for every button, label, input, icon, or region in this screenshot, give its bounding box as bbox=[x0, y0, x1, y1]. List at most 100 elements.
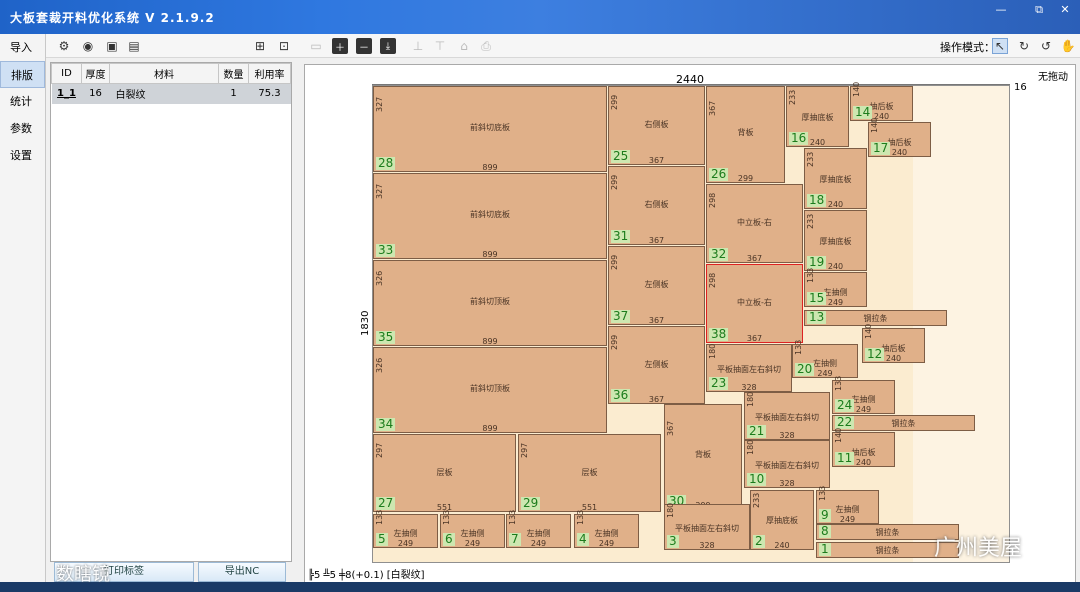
minimize-button[interactable]: — bbox=[988, 2, 1014, 18]
watermark-left: 数瞎镜 bbox=[56, 564, 110, 585]
database-icon[interactable]: ◉ bbox=[80, 38, 96, 54]
sidebar-item-parameters[interactable]: 参数 bbox=[0, 115, 45, 142]
open-file-icon[interactable]: ⊞ bbox=[252, 38, 268, 54]
board-piece-6[interactable]: 左抽侧 249 133 6 bbox=[440, 509, 505, 548]
cut-tool-icon[interactable]: ⊥ bbox=[410, 38, 426, 54]
piece-width: 899 bbox=[482, 163, 498, 172]
hand-icon[interactable]: ✋ bbox=[1060, 38, 1076, 54]
board-piece-38[interactable]: 中立板-右 367 298 38 bbox=[706, 264, 803, 343]
board-piece-32[interactable]: 中立板-右 367 298 32 bbox=[706, 184, 803, 263]
piece-height: 299 bbox=[610, 334, 619, 350]
piece-height: 299 bbox=[610, 254, 619, 271]
board-piece-33[interactable]: 前斜切底板 899 327 33 bbox=[373, 173, 607, 259]
minus-icon[interactable]: － bbox=[356, 38, 372, 54]
table-row[interactable]: 1_1 16 白裂纹 1 75.3 bbox=[51, 83, 291, 104]
col-header-thickness[interactable]: 厚度 bbox=[81, 63, 110, 84]
rotate-cw-icon[interactable]: ↻ bbox=[1016, 38, 1032, 54]
sidebar-item-settings[interactable]: 设置 bbox=[0, 142, 45, 169]
open-folder-icon[interactable]: ⊡ bbox=[276, 38, 292, 54]
board-piece-27[interactable]: 层板 551 297 27 bbox=[373, 434, 516, 512]
piece-number: 17 bbox=[871, 141, 891, 155]
col-header-material[interactable]: 材料 bbox=[109, 63, 219, 84]
restore-button[interactable]: ⧉ bbox=[1026, 2, 1052, 18]
export-nc-button[interactable]: 导出NC bbox=[198, 562, 286, 582]
board-piece-28[interactable]: 前斜切底板 899 327 28 bbox=[373, 86, 607, 172]
board-piece-11[interactable]: 抽后板 240 140 11 bbox=[832, 428, 895, 467]
piece-name: 厚抽底板 bbox=[766, 516, 798, 526]
monitor-icon[interactable]: ▤ bbox=[126, 38, 142, 54]
image-icon[interactable]: ▣ bbox=[104, 38, 120, 54]
cell-id: 1_1 bbox=[51, 83, 82, 104]
piece-height: 133 bbox=[794, 339, 803, 355]
board-piece-13[interactable]: 钢拉条 13 bbox=[804, 310, 947, 326]
piece-name: 中立板-右 bbox=[737, 298, 772, 308]
sidebar-item-statistics[interactable]: 统计 bbox=[0, 88, 45, 115]
col-header-id[interactable]: ID bbox=[51, 63, 82, 84]
board-piece-16[interactable]: 厚抽底板 240 233 16 bbox=[786, 86, 849, 147]
piece-height: 180 bbox=[708, 343, 717, 359]
piece-name: 前斜切顶板 bbox=[470, 297, 510, 307]
close-button[interactable]: ✕ bbox=[1052, 2, 1078, 18]
board-piece-15[interactable]: 左抽侧 249 133 15 bbox=[804, 268, 867, 307]
taskbar bbox=[0, 582, 1080, 592]
board-piece-25[interactable]: 右侧板 367 299 25 bbox=[608, 86, 705, 165]
sheet-list-panel: ID 厚度 材料 数量 利用率 1_1 16 白裂纹 1 75.3 bbox=[50, 62, 292, 562]
board-piece-18[interactable]: 厚抽底板 240 233 18 bbox=[804, 148, 867, 209]
board-piece-29[interactable]: 层板 551 297 29 bbox=[518, 434, 661, 512]
rebuild-icon[interactable]: ⌂ bbox=[456, 38, 472, 54]
piece-name: 层板 bbox=[581, 467, 598, 477]
board-piece-2[interactable]: 厚抽底板 240 233 2 bbox=[750, 490, 814, 550]
board-piece-4[interactable]: 左抽侧 249 133 4 bbox=[574, 509, 639, 548]
board-piece-37[interactable]: 左侧板 367 299 37 bbox=[608, 246, 705, 325]
piece-height: 133 bbox=[576, 509, 585, 525]
board-piece-21[interactable]: 平板抽面左右斜切 328 180 21 bbox=[744, 392, 830, 440]
board-piece-14[interactable]: 抽后板 240 140 14 bbox=[850, 82, 913, 121]
piece-name: 平板抽面左右斜切 bbox=[675, 524, 739, 534]
board-piece-3[interactable]: 平板抽面左右斜切 328 180 3 bbox=[664, 502, 750, 550]
piece-name: 厚抽底板 bbox=[801, 112, 834, 122]
piece-number: 3 bbox=[667, 534, 679, 548]
piece-number: 21 bbox=[747, 424, 767, 438]
piece-height: 180 bbox=[666, 502, 675, 519]
piece-number: 13 bbox=[807, 310, 827, 324]
piece-number: 2 bbox=[753, 534, 765, 548]
sidebar-item-layout[interactable]: 排版 bbox=[0, 61, 45, 88]
piece-height: 233 bbox=[806, 213, 815, 229]
merge-icon[interactable]: ⤓ bbox=[380, 38, 396, 54]
board-piece-31[interactable]: 右侧板 367 299 31 bbox=[608, 166, 705, 245]
print-icon[interactable]: ⎙ bbox=[478, 38, 494, 54]
piece-number: 26 bbox=[709, 167, 729, 181]
piece-height: 133 bbox=[834, 375, 843, 391]
board-piece-24[interactable]: 左抽侧 249 133 24 bbox=[832, 375, 895, 414]
board-piece-5[interactable]: 左抽侧 249 133 5 bbox=[373, 509, 438, 548]
board-piece-22[interactable]: 钢拉条 22 bbox=[832, 415, 975, 431]
split-tool-icon[interactable]: ⊤ bbox=[432, 38, 448, 54]
board-piece-12[interactable]: 抽后板 240 140 12 bbox=[862, 324, 925, 363]
col-header-rate[interactable]: 利用率 bbox=[248, 63, 291, 84]
sheet-thickness-label: 16 bbox=[1014, 82, 1027, 93]
gear-icon[interactable]: ⚙ bbox=[56, 38, 72, 54]
board-piece-19[interactable]: 厚抽底板 240 233 19 bbox=[804, 210, 867, 271]
board-piece-9[interactable]: 左抽侧 249 133 9 bbox=[816, 485, 879, 524]
board-piece-17[interactable]: 抽后板 240 140 17 bbox=[868, 118, 931, 157]
board-piece-23[interactable]: 平板抽面左右斜切 328 180 23 bbox=[706, 344, 792, 392]
board-piece-34[interactable]: 前斜切顶板 899 326 34 bbox=[373, 347, 607, 433]
board-piece-35[interactable]: 前斜切顶板 899 326 35 bbox=[373, 260, 607, 346]
piece-number: 34 bbox=[376, 417, 396, 431]
cursor-icon[interactable]: ↖ bbox=[992, 38, 1008, 54]
save-icon[interactable]: ▭ bbox=[308, 38, 324, 54]
piece-name: 背板 bbox=[737, 127, 754, 137]
piece-number: 36 bbox=[611, 388, 631, 402]
piece-height: 299 bbox=[610, 94, 619, 111]
board-piece-26[interactable]: 背板 299 367 26 bbox=[706, 86, 785, 183]
board-piece-30[interactable]: 背板29936730 bbox=[664, 404, 742, 510]
board-piece-20[interactable]: 左抽侧 249 133 20 bbox=[792, 339, 858, 378]
piece-name: 平板抽面左右斜切 bbox=[717, 365, 781, 375]
sidebar-item-import[interactable]: 导入 bbox=[0, 34, 45, 61]
board-piece-36[interactable]: 左侧板 367 299 36 bbox=[608, 326, 705, 404]
rotate-ccw-icon[interactable]: ↺ bbox=[1038, 38, 1054, 54]
plus-icon[interactable]: ＋ bbox=[332, 38, 348, 54]
board-piece-10[interactable]: 平板抽面左右斜切 328 180 10 bbox=[744, 440, 830, 488]
col-header-qty[interactable]: 数量 bbox=[218, 63, 249, 84]
board-piece-7[interactable]: 左抽侧 249 133 7 bbox=[506, 509, 571, 548]
